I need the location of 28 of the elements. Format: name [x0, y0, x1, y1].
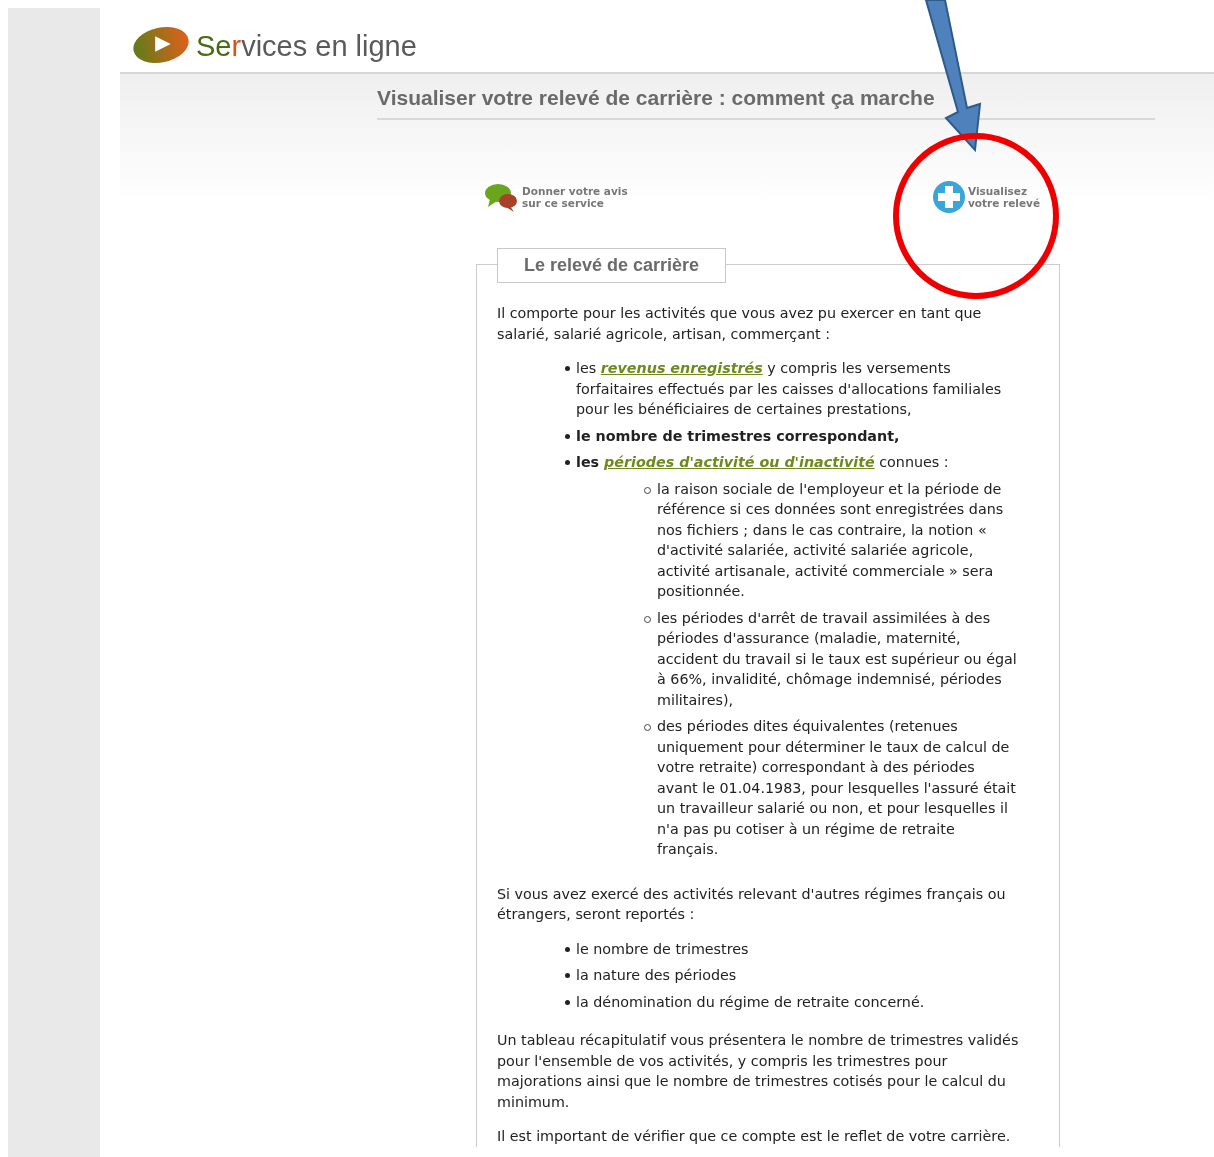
paragraph: Si vous avez exercé des activités relevant d'autres régimes français ou étrangers, seront reportés : [497, 884, 1007, 924]
bullet-icon [565, 460, 570, 465]
list-item-text: des périodes dites équivalentes (retenues uniquement pour déterminer le taux de calcul de votre retraite) correspondant à des périodes avant le 01.04.1983, pour lesquelles l'assuré était un travailleur salarié ou non, et pour lesquelles il n'a pas pu cotiser à un régime de retraite français. [657, 717, 1017, 859]
list-item-text: la raison sociale de l'employeur et la période de référence si ces données sont enregistrées dans nos fichiers ; dans le cas contraire, la notion « d'activité salariée, activité salariée agricole, activité artisanale, activité commerciale » sera positionnée. [657, 479, 1005, 601]
paragraph: Il est important de vérifier que ce compte est le reflet de votre carrière. [497, 1127, 1012, 1146]
bullet-icon [565, 999, 570, 1005]
list-item-text: les périodes d'activité ou d'inactivité connues : [576, 453, 950, 472]
list-item-text: le nombre de trimestres correspondant, [576, 426, 901, 446]
bullet-icon [565, 973, 570, 978]
bullet-icon [565, 366, 570, 371]
paragraph: Un tableau récapitulatif vous présentera le nombre de trimestres validés pour l'ensemble de vos activités, y compris les trimestres pour majorations ainsi que le nombre de trimestres cotisés pour le calcul du minimum. [497, 1031, 1020, 1112]
bullet-icon [565, 433, 570, 439]
plus-icon [932, 180, 966, 214]
list-item-text: les périodes d'arrêt de travail assimilées à des périodes d'assurance (maladie, maternité, accident du travail si le taux est supérieur ou égal à 66%, invalidité, chômage indemnisé, périodes militaires), [657, 608, 1018, 710]
text-link[interactable]: revenus enregistrés [600, 360, 763, 376]
view-link[interactable]: Visualisez votre relevé [932, 180, 1042, 214]
site-title: Services en ligne [196, 30, 417, 63]
paragraph: Il comporte pour les activités que vous avez pu exercer en tant que salarié, salarié agricole, artisan, commerçant : [497, 304, 983, 344]
feedback-link[interactable]: Donner votre avis sur ce service [484, 180, 630, 214]
list-item-text: les revenus enregistrés y compris les versements forfaitaires effectués par les caisses d'allocations familiales pour les bénéficiaires de certaines prestations, [576, 359, 1003, 419]
bullet-icon [565, 946, 570, 952]
section-title: Le relevé de carrière [497, 248, 727, 283]
text-link[interactable]: périodes d'activité ou d'inactivité [604, 454, 875, 470]
play-logo-icon [132, 25, 190, 65]
list-item-text: le nombre de trimestres [576, 939, 750, 959]
list-item-text: la dénomination du régime de retraite concerné. [576, 992, 926, 1012]
list-item-text: la nature des périodes [576, 966, 738, 985]
chat-bubbles-icon [484, 182, 520, 212]
